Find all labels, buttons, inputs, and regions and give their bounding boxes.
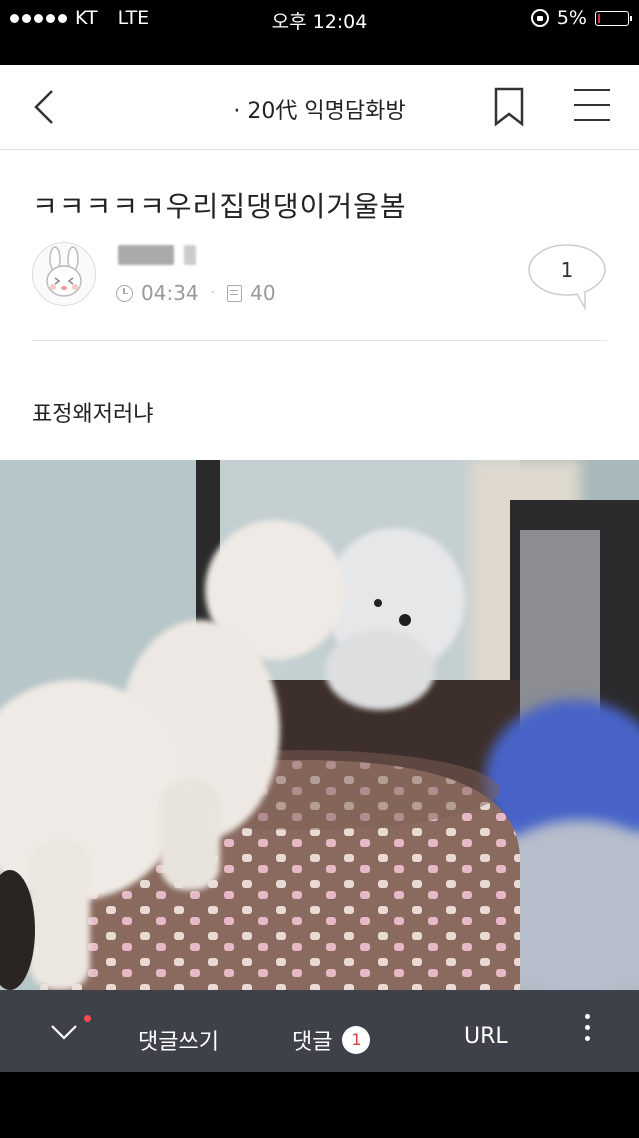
- notification-dot: [84, 1015, 91, 1022]
- battery-percent: 5%: [556, 7, 587, 29]
- status-right: 5%: [530, 7, 632, 29]
- post-page: · 20代 익명담화방 ㅋㅋㅋㅋㅋ우리집댕댕이거울봄 04:34 · 40 1 …: [0, 65, 639, 460]
- battery-icon: [595, 10, 632, 26]
- write-comment-button[interactable]: 댓글쓰기: [138, 1024, 219, 1056]
- views-icon: [227, 284, 243, 302]
- bunny-avatar-icon[interactable]: [32, 242, 96, 306]
- url-button[interactable]: URL: [464, 1024, 508, 1049]
- hamburger-menu-icon[interactable]: [574, 89, 610, 125]
- post-time: 04:34: [141, 281, 199, 305]
- comment-count: 1: [560, 258, 574, 282]
- meta-separator: ·: [210, 285, 216, 301]
- comments-label: 댓글: [292, 1030, 333, 1055]
- nav-bar: · 20代 익명담화방: [0, 65, 639, 150]
- page-title: · 20代 익명담화방: [233, 99, 406, 124]
- post-meta: 04:34 · 40: [116, 281, 276, 305]
- comments-badge: 1: [342, 1026, 371, 1054]
- rotation-lock-icon: [530, 9, 549, 27]
- status-bar: KT LTE 오후 12:04 5%: [0, 0, 639, 40]
- dog-mirror-photo: [0, 460, 639, 990]
- battery-fill: [598, 13, 600, 23]
- bottom-spacer: [0, 1072, 639, 1138]
- comments-button[interactable]: 댓글 1: [292, 1024, 371, 1056]
- clock-icon: [116, 284, 133, 302]
- post-photo[interactable]: [0, 460, 639, 990]
- top-spacer: [0, 40, 639, 65]
- divider: [32, 340, 607, 341]
- comment-count-bubble[interactable]: 1: [527, 242, 607, 312]
- chevron-down-icon[interactable]: [48, 1014, 80, 1046]
- bookmark-icon[interactable]: [494, 87, 524, 127]
- bottom-toolbar: 댓글쓰기 댓글 1 URL: [0, 990, 639, 1072]
- author-name-redacted: [118, 245, 196, 265]
- post-body: 표정왜저러냐: [32, 402, 154, 427]
- post-title: ㅋㅋㅋㅋㅋ우리집댕댕이거울봄: [32, 190, 407, 223]
- view-count: 40: [250, 281, 276, 305]
- more-options-icon[interactable]: [582, 1014, 592, 1048]
